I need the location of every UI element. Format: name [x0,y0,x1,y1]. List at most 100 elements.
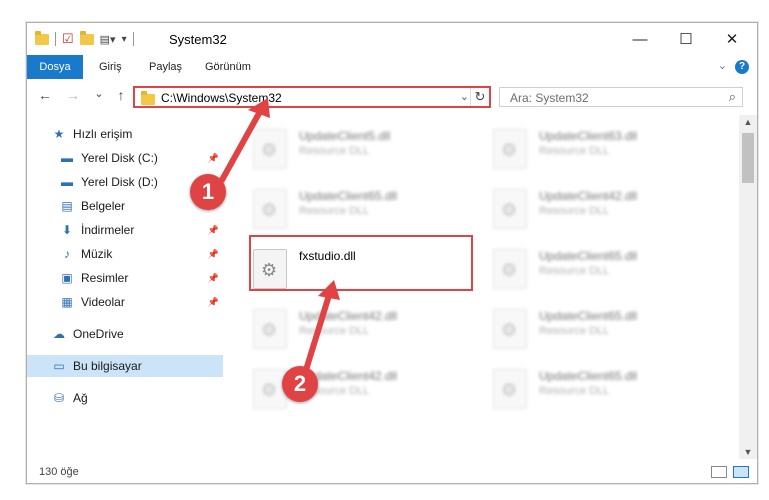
file-tile[interactable]: UpdateClient63.dll Resource DLL [493,123,713,173]
pin-icon[interactable]: 📌 [208,273,219,284]
title-separator [132,32,134,46]
search-icon[interactable]: ⌕ [729,89,736,105]
dll-file-icon [493,129,527,169]
file-name: UpdateClient65.dll [539,309,638,323]
close-button[interactable]: ✕ [709,23,755,55]
dll-file-icon [253,129,287,169]
dll-file-icon [253,309,287,349]
file-type: Resource DLL [539,265,610,277]
file-type: Resource DLL [299,145,370,157]
file-tile[interactable]: UpdateClient65.dll Resource DLL [253,183,473,233]
forward-button[interactable]: → [63,87,83,103]
refresh-icon[interactable]: ↻ [470,88,489,106]
sidebar-item[interactable]: ▦ Videolar 📌 [27,291,223,313]
sidebar-item[interactable]: ▭ Bu bilgisayar [27,355,223,377]
sidebar-item[interactable]: ⛁ Ağ [27,387,223,409]
scroll-thumb[interactable] [742,133,754,183]
dll-file-icon [253,249,287,289]
file-name: UpdateClient42.dll [299,309,398,323]
dll-file-icon [253,189,287,229]
up-button[interactable]: ↑ [111,87,131,103]
vertical-scrollbar[interactable]: ▲ ▼ [739,115,757,459]
download-icon: ⬇ [61,223,73,237]
file-type: Resource DLL [539,205,610,217]
pin-icon[interactable]: 📌 [208,249,219,260]
search-placeholder: Ara: System32 [510,91,589,105]
address-text[interactable]: C:\Windows\System32 [161,91,282,105]
sidebar-item-label: OneDrive [73,327,124,341]
pin-icon[interactable]: 📌 [208,297,219,308]
file-name: fxstudio.dll [299,249,356,263]
search-input[interactable]: Ara: System32 ⌕ [499,87,743,107]
tab-view[interactable]: Görünüm [205,55,251,79]
help-icon[interactable]: ? [735,60,749,74]
sidebar-item-label: Ağ [73,391,88,405]
recent-locations-button[interactable]: ⌄ [89,87,109,100]
file-name: UpdateClient42.dll [539,189,638,203]
sidebar-item-label: Belgeler [81,199,126,213]
file-tile[interactable]: UpdateClient65.dll Resource DLL [493,243,713,293]
sidebar-item[interactable]: ★ Hızlı erişim [27,123,223,145]
dll-file-icon [493,249,527,289]
sidebar-item[interactable]: ☁ OneDrive [27,323,223,345]
sidebar-item-label: Yerel Disk (C:) [81,151,158,165]
file-tile[interactable]: UpdateClient65.dll Resource DLL [493,363,713,413]
chevron-down-icon[interactable]: ⌄ [460,90,469,103]
sidebar-item[interactable]: ▣ Resimler 📌 [27,267,223,289]
file-type: Resource DLL [539,385,610,397]
file-name: UpdateClient65.dll [299,189,398,203]
address-bar[interactable]: C:\Windows\System32 ⌄ ↻ [133,86,491,108]
video-icon: ▦ [61,295,73,309]
file-tile[interactable]: UpdateClient42.dll Resource DLL [493,183,713,233]
tab-home[interactable]: Giriş [99,55,122,79]
drive-icon: ▬ [61,175,73,189]
item-count: 130 öğe [39,466,79,478]
file-tile[interactable]: UpdateClient5.dll Resource DLL [253,123,473,173]
pin-icon[interactable]: 📌 [208,153,219,164]
sidebar-item-label: Müzik [81,247,113,261]
maximize-button[interactable]: ☐ [663,23,709,55]
file-tile[interactable]: UpdateClient42.dll Resource DLL [253,303,473,353]
file-type: Resource DLL [539,325,610,337]
pictures-icon: ▣ [61,271,73,285]
ribbon-tabs: Dosya Giriş Paylaş Görünüm ⌄ ? [27,55,757,79]
scroll-up-icon[interactable]: ▲ [739,117,757,127]
navigation-pane: ★ Hızlı erişim ▬ Yerel Disk (C:) 📌 ▬ Yerel Dis… [27,115,223,465]
dll-file-icon [493,369,527,409]
new-folder-icon[interactable] [79,30,94,45]
file-tile[interactable]: fxstudio.dll [253,243,473,293]
sidebar-item[interactable]: ▬ Yerel Disk (C:) 📌 [27,147,223,169]
file-tile[interactable]: UpdateClient65.dll Resource DLL [493,303,713,353]
expand-ribbon-icon[interactable]: ⌄ [718,59,727,72]
tiles-view-icon[interactable] [733,466,749,478]
details-view-icon[interactable] [711,466,727,478]
file-type: Resource DLL [539,145,610,157]
sidebar-item[interactable]: ♪ Müzik 📌 [27,243,223,265]
file-name: UpdateClient5.dll [299,129,391,143]
dropdown-icon[interactable]: ▾ [122,34,127,45]
minimize-button[interactable]: — [617,23,663,55]
scroll-down-icon[interactable]: ▼ [739,447,757,457]
sidebar-item-label: Resimler [81,271,129,285]
file-name: UpdateClient65.dll [539,249,638,263]
file-list: UpdateClient5.dllResource DLLUpdateClien… [227,115,739,459]
pin-icon[interactable]: 📌 [208,225,219,236]
file-name: UpdateClient65.dll [539,369,638,383]
file-type: Resource DLL [299,325,370,337]
sidebar-item-label: Yerel Disk (D:) [81,175,158,189]
tab-file[interactable]: Dosya [27,55,83,79]
dll-file-icon [493,189,527,229]
network-icon: ⛁ [53,391,65,405]
customize-icon[interactable]: ▤▾ [100,33,116,46]
sidebar-item[interactable]: ⬇ İndirmeler 📌 [27,219,223,241]
toolbar-separator [55,32,56,46]
status-bar: 130 öğe [27,463,757,483]
back-button[interactable]: ← [35,87,55,103]
properties-icon[interactable]: ☑ [62,31,74,47]
navigation-bar: ← → ⌄ ↑ C:\Windows\System32 ⌄ ↻ Ara: Sys… [27,79,757,115]
tab-share[interactable]: Paylaş [149,55,182,79]
window-title: System32 [169,32,227,47]
file-name: UpdateClient63.dll [539,129,638,143]
computer-icon: ▭ [53,359,65,373]
cloud-icon: ☁ [53,327,65,341]
